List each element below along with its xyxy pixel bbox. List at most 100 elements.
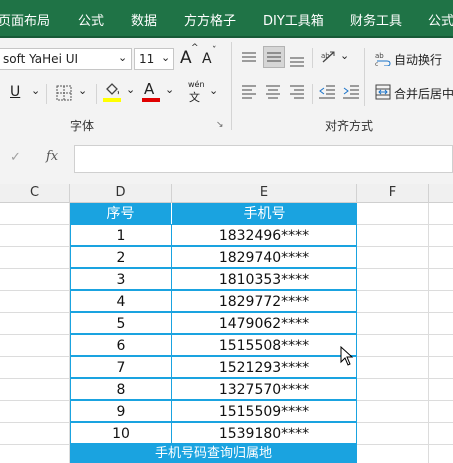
chevron-down-icon: ⌄	[161, 51, 171, 64]
borders-button[interactable]: ⌄	[54, 82, 94, 106]
svg-text:ab: ab	[321, 52, 330, 60]
chevron-down-icon: ⌄	[78, 84, 88, 97]
font-size-select[interactable]: 11 ⌄	[134, 48, 174, 70]
group-divider	[231, 42, 232, 130]
decrease-indent-icon[interactable]	[318, 84, 336, 100]
table-cell-phone[interactable]: 1515509****	[171, 400, 357, 422]
fill-color-button[interactable]: ⌄	[101, 80, 141, 106]
wrap-text-button[interactable]: ab c 自动换行	[374, 48, 453, 70]
chevron-down-icon: ⌄	[340, 49, 350, 62]
column-header-c[interactable]: C	[0, 184, 70, 203]
tab-diy-toolbox[interactable]: DIY工具箱	[263, 10, 324, 29]
ribbon-tab-bar: 页面布局 公式 数据 方方格子 DIY工具箱 财务工具 公式	[0, 0, 453, 36]
grow-font-icon: A	[180, 48, 192, 68]
table-cell-index[interactable]: 3	[70, 268, 172, 290]
chevron-down-icon: ⌄	[209, 84, 219, 97]
table-cell-index[interactable]: 9	[70, 400, 172, 422]
table-cell-phone[interactable]: 1539180****	[171, 422, 357, 444]
table-cell-index[interactable]: 6	[70, 334, 172, 356]
column-header-row: C D E F	[0, 184, 453, 203]
align-middle-icon	[267, 52, 281, 62]
grow-font-button[interactable]: A ^	[180, 43, 199, 70]
underline-icon: U	[10, 84, 21, 100]
tab-page-layout[interactable]: 页面布局	[0, 10, 50, 29]
underline-button[interactable]: U ⌄	[8, 82, 42, 106]
chevron-down-icon: ⌄	[165, 83, 175, 96]
tab-fangfang-gezi[interactable]: 方方格子	[184, 10, 236, 29]
table-cell-index[interactable]: 2	[70, 246, 172, 268]
fill-color-swatch	[103, 98, 121, 102]
dialog-launcher-icon[interactable]: ↘	[216, 120, 224, 130]
table-cell-index[interactable]: 1	[70, 224, 172, 246]
shrink-font-button[interactable]: A ˇ	[202, 46, 220, 70]
orientation-button[interactable]: ab ⌄	[318, 46, 352, 70]
border-grid-icon	[56, 85, 72, 101]
phonetic-guide-button[interactable]: wén 文 ⌄	[186, 80, 224, 108]
divider	[312, 84, 313, 104]
chevron-down-icon: ⌄	[118, 51, 128, 64]
font-group-label: 字体	[70, 119, 95, 133]
table-cell-phone[interactable]: 1327570****	[171, 378, 357, 400]
ribbon-body: soft YaHei UI ⌄ 11 ⌄ A ^ A ˇ U ⌄ ⌄ ⌄ A ⌄…	[0, 38, 453, 134]
font-color-button[interactable]: A ⌄	[140, 80, 180, 106]
tab-formulas[interactable]: 公式	[78, 10, 104, 29]
formula-input[interactable]	[74, 145, 453, 173]
wrap-text-icon: ab c	[375, 52, 391, 66]
divider	[364, 48, 365, 106]
table-cell-index[interactable]: 7	[70, 356, 172, 378]
table-cell-phone[interactable]: 1479062****	[171, 312, 357, 334]
tab-finance-tools[interactable]: 财务工具	[350, 10, 402, 29]
column-header-f[interactable]: F	[357, 184, 429, 203]
divider	[312, 48, 313, 68]
table-cell-index[interactable]: 5	[70, 312, 172, 334]
align-left-icon[interactable]	[240, 84, 258, 100]
table-header-index[interactable]: 序号	[70, 203, 172, 225]
column-header-d[interactable]: D	[70, 184, 172, 203]
align-bottom-icon[interactable]	[288, 50, 306, 68]
shrink-font-icon: A	[202, 51, 212, 67]
align-center-icon[interactable]	[264, 84, 282, 100]
align-top-icon[interactable]	[240, 50, 258, 66]
table-cell-phone[interactable]: 1829772****	[171, 290, 357, 312]
divider	[46, 84, 47, 104]
merge-center-label: 合并后居中	[394, 87, 453, 101]
table-cell-index[interactable]: 10	[70, 422, 172, 444]
text-orientation-icon: ab	[321, 51, 335, 63]
table-cell-phone[interactable]: 1515508****	[171, 334, 357, 356]
enter-check-icon[interactable]: ✓	[10, 150, 21, 165]
font-color-swatch	[142, 98, 160, 102]
lookup-banner[interactable]: 手机号码查询归属地	[70, 444, 357, 463]
chevron-down-icon: ⌄	[126, 83, 136, 96]
table-cell-index[interactable]: 4	[70, 290, 172, 312]
font-name-select[interactable]: soft YaHei UI ⌄	[0, 48, 132, 70]
column-header-e[interactable]: E	[172, 184, 357, 203]
tab-data[interactable]: 数据	[131, 10, 157, 29]
table-cell-phone[interactable]: 1832496****	[171, 224, 357, 246]
font-size-value: 11	[139, 52, 155, 66]
font-name-value: soft YaHei UI	[3, 52, 79, 66]
increase-indent-icon[interactable]	[342, 84, 360, 100]
merge-center-icon	[375, 84, 391, 100]
caret-down-icon: ˇ	[212, 46, 217, 56]
phonetic-char: 文	[189, 91, 200, 104]
table-header-phone[interactable]: 手机号	[172, 203, 357, 225]
wrap-text-label: 自动换行	[394, 53, 443, 67]
table-cell-phone[interactable]: 1829740****	[171, 246, 357, 268]
phonetic-pinyin: wén	[188, 80, 205, 89]
insert-function-icon[interactable]: fx	[46, 149, 58, 164]
paint-bucket-icon	[106, 83, 119, 95]
align-middle-button[interactable]	[263, 46, 285, 68]
alignment-group-label: 对齐方式	[325, 119, 374, 133]
svg-text:ab: ab	[375, 52, 384, 60]
divider	[96, 84, 97, 104]
table-cell-phone[interactable]: 1810353****	[171, 268, 357, 290]
merge-center-button[interactable]: 合并后居中	[374, 82, 453, 104]
caret-up-icon: ^	[191, 43, 199, 53]
chevron-down-icon: ⌄	[31, 84, 41, 97]
svg-text:c: c	[375, 61, 378, 66]
table-cell-index[interactable]: 8	[70, 378, 172, 400]
tab-formulas-2[interactable]: 公式	[428, 10, 453, 29]
mouse-pointer-icon	[340, 346, 354, 366]
align-right-icon[interactable]	[288, 84, 306, 100]
table-cell-phone[interactable]: 1521293****	[171, 356, 357, 378]
